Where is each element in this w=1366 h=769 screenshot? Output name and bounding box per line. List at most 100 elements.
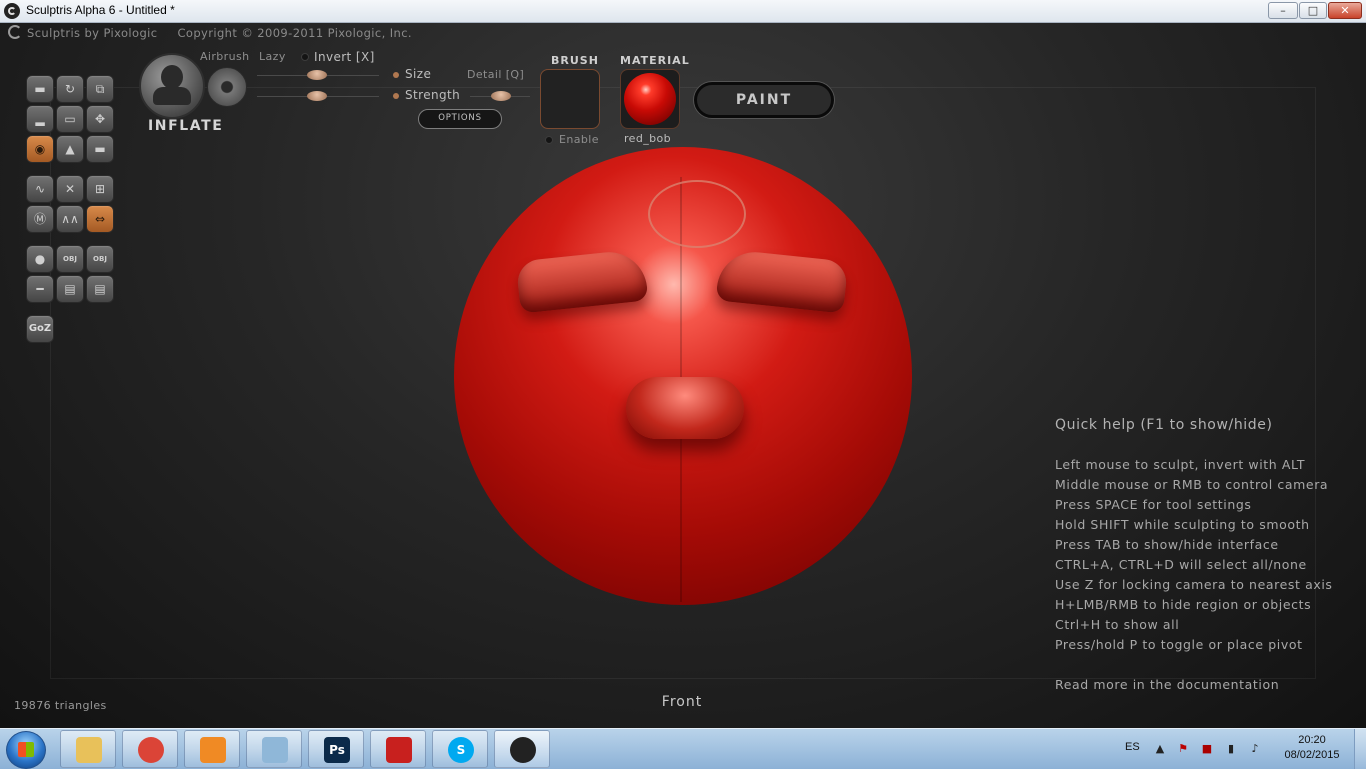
detail-label: Detail [Q] xyxy=(467,68,525,81)
plane-icon[interactable]: ━ xyxy=(26,275,54,303)
draw-icon[interactable]: ▬ xyxy=(26,75,54,103)
material-ball-icon xyxy=(624,73,676,125)
taskbar: Ps S ES ▲ ⚑ ■ ▮ ♪ 20:20 08/02/2015 xyxy=(0,728,1366,769)
quick-help-line: Press/hold P to toggle or place pivot xyxy=(1055,637,1303,652)
quick-help-line: Left mouse to sculpt, invert with ALT xyxy=(1055,457,1306,472)
material-swatch[interactable] xyxy=(620,69,680,129)
mouth-sculpt xyxy=(626,377,744,439)
sphere-icon[interactable]: ● xyxy=(26,245,54,273)
skype-icon: S xyxy=(448,737,474,763)
security-icon[interactable]: ■ xyxy=(1200,742,1214,756)
quick-help-line: Press SPACE for tool settings xyxy=(1055,497,1252,512)
triangle-count: 19876 triangles xyxy=(14,699,107,712)
taskbar-item-explorer[interactable] xyxy=(60,730,116,768)
start-button[interactable] xyxy=(6,731,46,769)
quick-help-line: Middle mouse or RMB to control camera xyxy=(1055,477,1329,492)
quick-help-line: Ctrl+H to show all xyxy=(1055,617,1180,632)
paint-button[interactable]: PAINT xyxy=(694,82,834,118)
quick-help-line: H+LMB/RMB to hide region or objects xyxy=(1055,597,1312,612)
chrome-icon xyxy=(138,737,164,763)
flatten-icon[interactable]: ▂ xyxy=(26,105,54,133)
close-button[interactable]: ✕ xyxy=(1328,2,1362,19)
taskbar-item-media-player[interactable] xyxy=(184,730,240,768)
import-obj-icon[interactable]: OBJ xyxy=(56,245,84,273)
symmetry-icon[interactable]: ⇔ xyxy=(86,205,114,233)
taskbar-item-acrobat[interactable] xyxy=(370,730,426,768)
grab-icon[interactable]: ✥ xyxy=(86,105,114,133)
mask-icon[interactable]: Ⓜ xyxy=(26,205,54,233)
system-clock[interactable]: 20:20 08/02/2015 xyxy=(1280,733,1344,763)
zigzag-icon[interactable]: ∧∧ xyxy=(56,205,84,233)
taskbar-item-photoshop[interactable]: Ps xyxy=(308,730,364,768)
folder-icon xyxy=(76,737,102,763)
material-name: red_bob xyxy=(624,132,672,145)
taskbar-item-chrome[interactable] xyxy=(122,730,178,768)
show-desktop-button[interactable] xyxy=(1354,729,1366,769)
sculptris-icon xyxy=(510,737,536,763)
goz-icon[interactable]: GoZ xyxy=(26,315,54,343)
app-header: Sculptris by Pixologic Copyright © 2009-2… xyxy=(8,25,412,40)
wireframe-icon[interactable]: ✕ xyxy=(56,175,84,203)
taskbar-item-notes[interactable] xyxy=(246,730,302,768)
smooth-icon[interactable]: ▬ xyxy=(86,135,114,163)
reduce-icon[interactable]: ∿ xyxy=(26,175,54,203)
open-icon[interactable]: ▤ xyxy=(56,275,84,303)
quick-help-lines: Left mouse to sculpt, invert with ALT Mid… xyxy=(1055,455,1333,655)
documentation-link[interactable]: Read more in the documentation xyxy=(1055,675,1333,695)
strength-indicator-dot xyxy=(393,93,399,99)
pixologic-logo-icon xyxy=(8,25,22,39)
brush-panel-title: BRUSH xyxy=(551,54,599,67)
strength-label: Strength xyxy=(405,88,461,102)
show-hidden-icons-icon[interactable]: ▲ xyxy=(1153,742,1167,756)
size-slider-handle[interactable] xyxy=(307,70,327,80)
pinch-icon[interactable]: ▲ xyxy=(56,135,84,163)
quick-help-line: Press TAB to show/hide interface xyxy=(1055,537,1279,552)
quick-help-panel: Quick help (F1 to show/hide) Left mouse … xyxy=(1055,417,1333,695)
maximize-button[interactable]: □ xyxy=(1299,2,1327,19)
strength-slider-handle[interactable] xyxy=(307,91,327,101)
windows-logo-icon xyxy=(18,742,34,757)
view-label: Front xyxy=(661,694,703,710)
quick-help-line: Use Z for locking camera to nearest axis xyxy=(1055,577,1333,592)
invert-toggle[interactable] xyxy=(301,53,309,61)
airbrush-label: Airbrush xyxy=(200,50,250,63)
material-panel-title: MATERIAL xyxy=(620,54,690,67)
network-icon[interactable]: ▮ xyxy=(1224,742,1238,756)
lazy-label: Lazy xyxy=(259,50,286,63)
quick-help-line: CTRL+A, CTRL+D will select all/none xyxy=(1055,557,1307,572)
left-brow-sculpt xyxy=(515,248,649,314)
taskbar-item-skype[interactable]: S xyxy=(432,730,488,768)
brush-texture-slot[interactable] xyxy=(540,69,600,129)
scale-icon[interactable]: ⧉ xyxy=(86,75,114,103)
brush-cursor xyxy=(648,180,746,248)
language-indicator[interactable]: ES xyxy=(1125,741,1140,753)
clock-date: 08/02/2015 xyxy=(1284,749,1340,761)
taskbar-item-sculptris[interactable] xyxy=(494,730,550,768)
volume-icon[interactable]: ♪ xyxy=(1248,742,1262,756)
size-label: Size xyxy=(405,67,432,81)
sculptris-app-icon xyxy=(4,3,20,19)
brush-enable-label: Enable xyxy=(559,133,599,146)
export-obj-icon[interactable]: OBJ xyxy=(86,245,114,273)
crease-icon[interactable]: ▭ xyxy=(56,105,84,133)
brush-enable-toggle[interactable] xyxy=(545,136,553,144)
minimize-button[interactable]: – xyxy=(1268,2,1298,19)
rotate-icon[interactable]: ↻ xyxy=(56,75,84,103)
options-button[interactable]: OPTIONS xyxy=(418,109,502,129)
right-brow-sculpt xyxy=(715,248,849,314)
media-player-icon xyxy=(200,737,226,763)
invert-label: Invert [X] xyxy=(314,50,375,64)
copyright-text: Copyright © 2009-2011 Pixologic, Inc. xyxy=(177,26,412,40)
detail-slider-handle[interactable] xyxy=(491,91,511,101)
save-icon[interactable]: ▤ xyxy=(86,275,114,303)
brush-name: INFLATE xyxy=(148,118,224,134)
acrobat-icon xyxy=(386,737,412,763)
window-titlebar: Sculptris Alpha 6 - Untitled * – □ ✕ xyxy=(0,0,1366,23)
grid-icon[interactable]: ⊞ xyxy=(86,175,114,203)
quick-help-title: Quick help (F1 to show/hide) xyxy=(1055,417,1273,433)
brush-preview-icon[interactable] xyxy=(139,53,205,119)
airbrush-toggle[interactable] xyxy=(207,67,247,107)
viewport[interactable]: Sculptris by Pixologic Copyright © 2009-2… xyxy=(0,23,1366,728)
inflate-icon[interactable]: ◉ xyxy=(26,135,54,163)
action-center-icon[interactable]: ⚑ xyxy=(1176,742,1190,756)
